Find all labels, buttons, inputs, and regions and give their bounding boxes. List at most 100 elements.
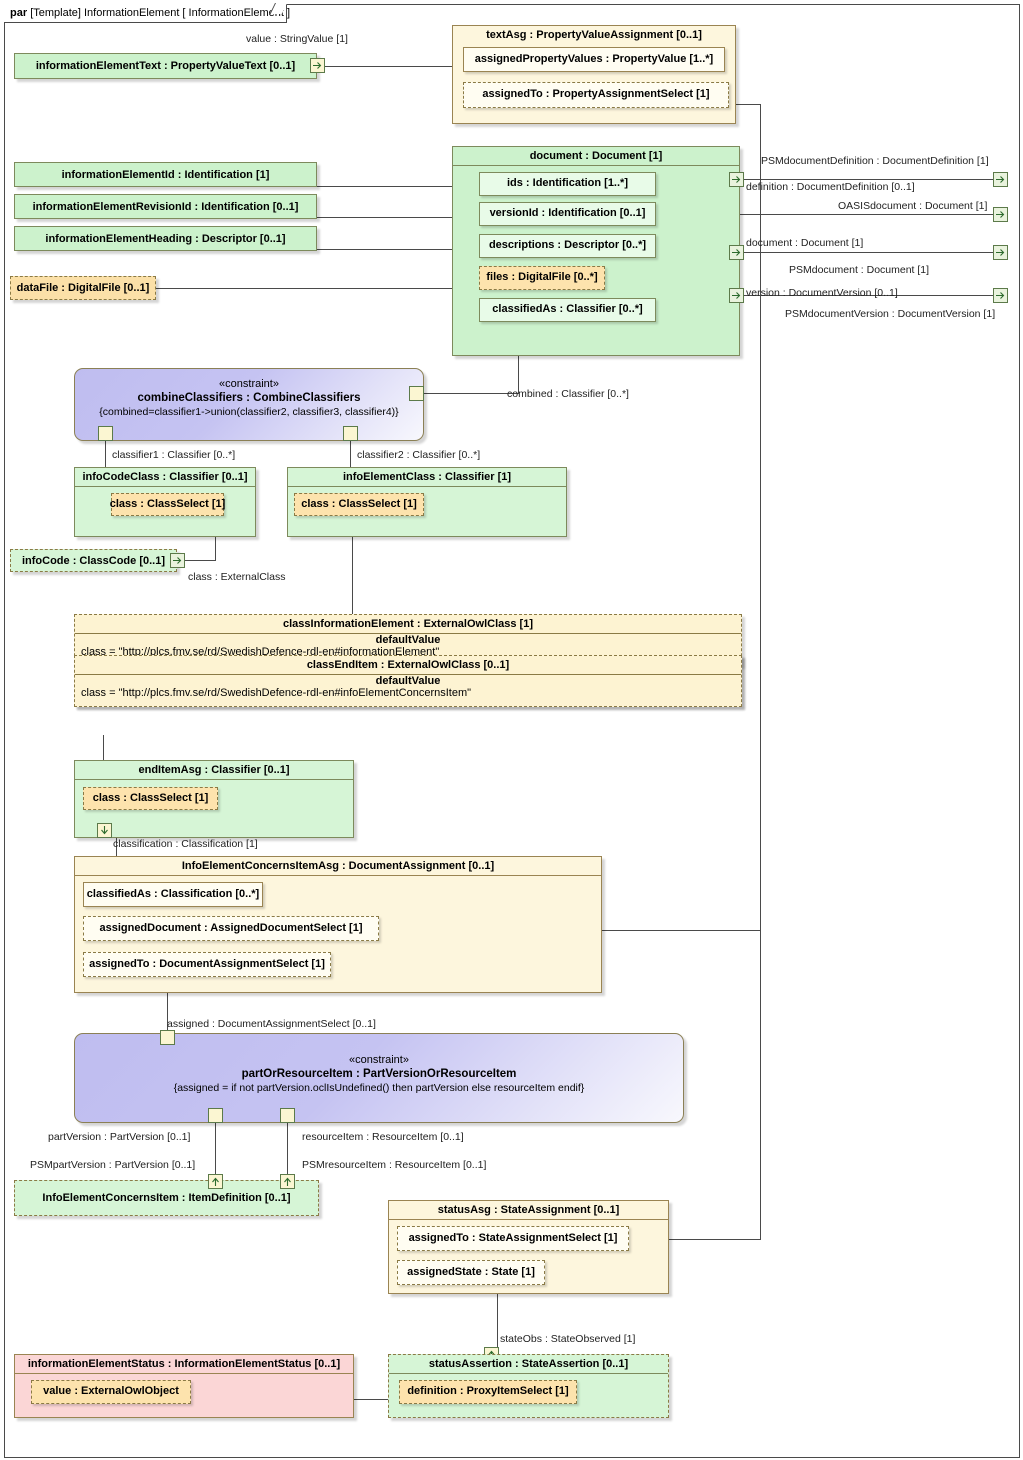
property-assigned-document[interactable]: assignedDocument : AssignedDocumentSelec… bbox=[83, 916, 379, 941]
property-label: assignedDocument : AssignedDocumentSelec… bbox=[99, 921, 363, 934]
port-edge-oasis-document[interactable] bbox=[993, 207, 1008, 222]
default-value-row: defaultValue class = "http://plcs.fmv.se… bbox=[75, 675, 741, 699]
port-classification[interactable] bbox=[97, 823, 112, 838]
block-title: infoElementClass : Classifier [1] bbox=[288, 468, 566, 487]
property-label: classifiedAs : Classifier [0..*] bbox=[492, 303, 643, 316]
property-version-id[interactable]: versionId : Identification [0..1] bbox=[479, 202, 656, 226]
block-title: informationElementStatus : InformationEl… bbox=[15, 1355, 353, 1374]
connector-datafile-to-files bbox=[156, 288, 478, 289]
block-title: document : Document [1] bbox=[453, 147, 739, 166]
block-document[interactable]: document : Document [1] ids : Identifica… bbox=[452, 146, 740, 356]
block-information-element-id[interactable]: informationElementId : Identification [1… bbox=[14, 162, 317, 187]
default-value-label: defaultValue bbox=[375, 634, 441, 646]
port-document-document[interactable] bbox=[729, 245, 744, 260]
property-descriptions[interactable]: descriptions : Descriptor [0..*] bbox=[479, 234, 656, 258]
property-assigned-property-values[interactable]: assignedPropertyValues : PropertyValue [… bbox=[463, 47, 725, 72]
block-class-end-item-real[interactable]: classEndItem : ExternalOwlClass [0..1] d… bbox=[74, 655, 742, 707]
frame-keyword: par bbox=[10, 7, 28, 19]
block-title: InfoElementConcernsItem : ItemDefinition… bbox=[42, 1192, 291, 1204]
block-info-code[interactable]: infoCode : ClassCode [0..1] bbox=[10, 549, 177, 572]
block-information-element-status[interactable]: informationElementStatus : InformationEl… bbox=[14, 1354, 354, 1418]
port-info-item-resource-item[interactable] bbox=[280, 1174, 295, 1189]
property-assigned-to[interactable]: assignedTo : PropertyAssignmentSelect [1… bbox=[463, 82, 729, 108]
block-status-asg[interactable]: statusAsg : StateAssignment [0..1] assig… bbox=[388, 1200, 669, 1294]
port-assigned[interactable] bbox=[160, 1030, 175, 1045]
frame-header-tab: par [Template] InformationElement [ Info… bbox=[4, 4, 290, 23]
property-ids[interactable]: ids : Identification [1..*] bbox=[479, 172, 656, 196]
block-info-element-class[interactable]: infoElementClass : Classifier [1] class … bbox=[287, 467, 567, 537]
property-classified-as[interactable]: classifiedAs : Classifier [0..*] bbox=[479, 298, 656, 322]
stereotype: «constraint» bbox=[349, 1054, 409, 1066]
block-title: statusAssertion : StateAssertion [0..1] bbox=[389, 1355, 668, 1374]
port-edge-psm-document[interactable] bbox=[993, 245, 1008, 260]
constraint-name: combineClassifiers : CombineClassifiers bbox=[137, 392, 361, 404]
label-part-version: partVersion : PartVersion [0..1] bbox=[48, 1131, 191, 1143]
property-classified-as[interactable]: classifiedAs : Classification [0..*] bbox=[83, 882, 263, 907]
label-psm-part-version: PSMpartVersion : PartVersion [0..1] bbox=[30, 1159, 196, 1171]
constraint-part-or-resource-item-text: «constraint» partOrResourceItem : PartVe… bbox=[74, 1038, 684, 1110]
label-document-document: document : Document [1] bbox=[746, 237, 864, 249]
property-label: value : ExternalOwlObject bbox=[43, 1385, 179, 1398]
property-label: assignedTo : PropertyAssignmentSelect [1… bbox=[482, 88, 710, 101]
block-title: dataFile : DigitalFile [0..1] bbox=[16, 282, 150, 294]
connector-doc-port1 bbox=[744, 179, 994, 180]
connector-classifier1 bbox=[105, 440, 106, 468]
port-classifier1[interactable] bbox=[98, 426, 113, 441]
property-definition[interactable]: definition : ProxyItemSelect [1] bbox=[399, 1380, 577, 1404]
property-value[interactable]: value : ExternalOwlObject bbox=[31, 1380, 191, 1404]
port-info-code[interactable] bbox=[170, 553, 185, 568]
label-definition-document-definition: definition : DocumentDefinition [0..1] bbox=[746, 181, 915, 193]
property-class[interactable]: class : ClassSelect [1] bbox=[110, 493, 225, 516]
property-label: versionId : Identification [0..1] bbox=[489, 207, 646, 220]
label-value-string-value: value : StringValue [1] bbox=[246, 33, 348, 45]
block-title: infoCodeClass : Classifier [0..1] bbox=[75, 468, 255, 487]
block-info-code-class[interactable]: infoCodeClass : Classifier [0..1] class … bbox=[74, 467, 256, 537]
connector-resourceitem-v bbox=[287, 1115, 288, 1175]
label-resource-item: resourceItem : ResourceItem [0..1] bbox=[302, 1131, 464, 1143]
property-files[interactable]: files : DigitalFile [0..*] bbox=[479, 266, 605, 290]
port-resource-item[interactable] bbox=[280, 1108, 295, 1123]
block-information-element-heading[interactable]: informationElementHeading : Descriptor [… bbox=[14, 226, 317, 251]
port-classifier2[interactable] bbox=[343, 426, 358, 441]
constraint-expression: {combined=classifier1->union(classifier2… bbox=[99, 406, 399, 418]
property-label: class : ClassSelect [1] bbox=[301, 497, 417, 510]
block-information-element-text[interactable]: informationElementText : PropertyValueTe… bbox=[14, 53, 317, 79]
block-title: informationElementHeading : Descriptor [… bbox=[45, 232, 286, 245]
connector-partversion-v bbox=[215, 1115, 216, 1175]
block-title: endItemAsg : Classifier [0..1] bbox=[75, 761, 353, 780]
property-assigned-state[interactable]: assignedState : State [1] bbox=[397, 1260, 545, 1285]
connector-doc-port3 bbox=[744, 252, 994, 253]
property-class[interactable]: class : ClassSelect [1] bbox=[294, 493, 424, 516]
block-info-element-concerns-item[interactable]: InfoElementConcernsItem : ItemDefinition… bbox=[14, 1180, 319, 1216]
property-assigned-to[interactable]: assignedTo : StateAssignmentSelect [1] bbox=[397, 1226, 629, 1251]
block-text-asg[interactable]: textAsg : PropertyValueAssignment [0..1]… bbox=[452, 25, 736, 124]
block-information-element-revision-id[interactable]: informationElementRevisionId : Identific… bbox=[14, 194, 317, 219]
constraint-combine-classifiers-text: «constraint» combineClassifiers : Combin… bbox=[74, 368, 424, 428]
default-value-label: defaultValue bbox=[375, 675, 441, 687]
block-end-item-asg[interactable]: endItemAsg : Classifier [0..1] class : C… bbox=[74, 760, 354, 838]
connector-text-to-textasg bbox=[318, 66, 466, 67]
block-title: informationElementText : PropertyValueTe… bbox=[35, 60, 296, 72]
block-data-file[interactable]: dataFile : DigitalFile [0..1] bbox=[10, 276, 156, 300]
label-psm-document-definition: PSMdocumentDefinition : DocumentDefiniti… bbox=[761, 155, 989, 167]
port-part-version[interactable] bbox=[208, 1108, 223, 1123]
label-class-external-class: class : ExternalClass bbox=[188, 571, 286, 583]
port-combined[interactable] bbox=[409, 386, 424, 401]
port-document-definition[interactable] bbox=[729, 172, 744, 187]
block-status-assertion[interactable]: statusAssertion : StateAssertion [0..1] … bbox=[388, 1354, 669, 1418]
property-class[interactable]: class : ClassSelect [1] bbox=[83, 787, 218, 810]
port-edge-psm-document-definition[interactable] bbox=[993, 172, 1008, 187]
port-info-item-part-version[interactable] bbox=[208, 1174, 223, 1189]
connector-assignedto-v bbox=[760, 104, 761, 1239]
port-information-element-text[interactable] bbox=[310, 58, 325, 73]
port-edge-psm-document-version[interactable] bbox=[993, 288, 1008, 303]
label-classifier1: classifier1 : Classifier [0..*] bbox=[112, 449, 236, 461]
property-assigned-to[interactable]: assignedTo : DocumentAssignmentSelect [1… bbox=[83, 952, 331, 977]
label-state-obs: stateObs : StateObserved [1] bbox=[500, 1333, 636, 1345]
port-document-version[interactable] bbox=[729, 288, 744, 303]
block-title: informationElementId : Identification [1… bbox=[61, 168, 270, 181]
property-label: files : DigitalFile [0..*] bbox=[486, 271, 598, 284]
label-combined-classifier: combined : Classifier [0..*] bbox=[507, 388, 629, 400]
label-psm-document-version: PSMdocumentVersion : DocumentVersion [1] bbox=[785, 308, 996, 320]
block-info-element-concerns-item-asg[interactable]: InfoElementConcernsItemAsg : DocumentAss… bbox=[74, 856, 602, 993]
